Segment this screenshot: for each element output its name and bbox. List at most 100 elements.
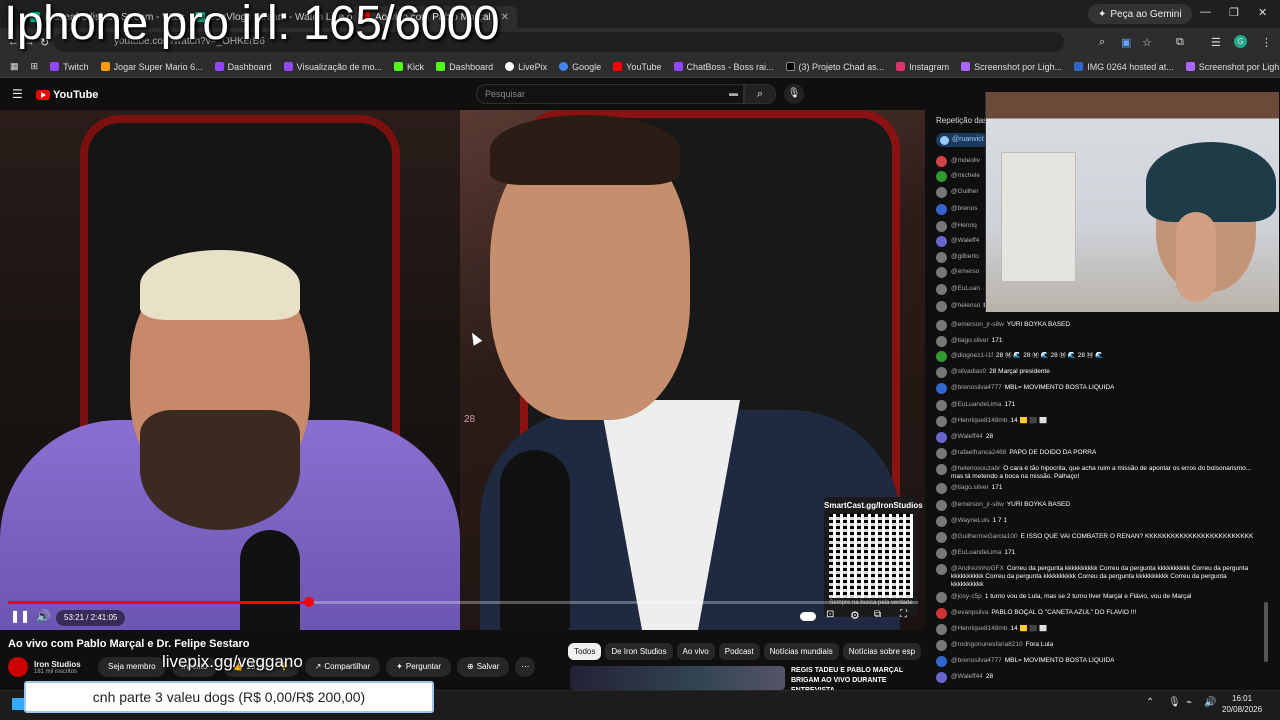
chat-author[interactable]: @EuLuandeLima xyxy=(951,401,1001,408)
chat-avatar[interactable] xyxy=(936,204,947,215)
chat-avatar[interactable] xyxy=(936,221,947,232)
hamburger-icon[interactable]: ☰ xyxy=(12,87,23,101)
bookmark-livepix[interactable]: LivePix xyxy=(499,62,553,72)
chat-scrollbar[interactable] xyxy=(1264,602,1268,662)
cast-icon[interactable]: ▣ xyxy=(1121,36,1131,49)
chat-avatar[interactable] xyxy=(936,320,947,331)
chat-author[interactable]: @EuLuan xyxy=(951,285,980,292)
channel-name[interactable]: Iron Studios xyxy=(34,660,94,669)
chat-avatar[interactable] xyxy=(936,672,947,683)
chat-avatar[interactable] xyxy=(936,187,947,198)
chat-author[interactable]: @diogoez1-i1f xyxy=(951,352,993,359)
join-button[interactable]: Seja membro xyxy=(98,657,166,677)
bookmark-google[interactable]: Google xyxy=(553,62,607,72)
bookmark-youtube[interactable]: YouTube xyxy=(607,62,667,72)
chat-avatar[interactable] xyxy=(936,252,947,263)
chat-avatar[interactable] xyxy=(936,432,947,443)
chat-author[interactable]: @EuLuandeLima xyxy=(951,549,1001,556)
chat-author[interactable]: @helenso xyxy=(951,302,980,309)
network-icon[interactable]: ⌁ xyxy=(1186,697,1192,708)
settings-icon[interactable]: ⚙ xyxy=(850,609,860,622)
bookmark-instagram[interactable]: Instagram xyxy=(890,62,955,72)
apps-icon[interactable]: ▦ xyxy=(4,61,25,72)
chat-author[interactable]: @Henrique8148mb xyxy=(951,417,1007,424)
chat-author[interactable]: @gilberto xyxy=(951,253,979,260)
chat-author[interactable]: @helenosouzabr xyxy=(951,465,1000,472)
bookmark-twitch[interactable]: Twitch xyxy=(44,62,95,72)
chat-avatar[interactable] xyxy=(936,592,947,603)
chat-author[interactable]: @silvadias0 xyxy=(951,368,986,375)
chat-avatar[interactable] xyxy=(936,301,947,312)
zoom-icon[interactable]: ⌕ xyxy=(1099,36,1105,49)
bookmark-mario[interactable]: Jogar Super Mario 6... xyxy=(95,62,209,72)
chat-avatar[interactable] xyxy=(936,284,947,295)
window-close-icon[interactable]: ✕ xyxy=(1258,6,1267,19)
fullscreen-icon[interactable]: ⛶ xyxy=(900,609,907,620)
chat-avatar[interactable] xyxy=(936,236,947,247)
pinned-message[interactable]: @ruanvict xyxy=(936,133,988,147)
chat-avatar[interactable] xyxy=(936,448,947,459)
mic-button[interactable]: 🎙 xyxy=(784,84,804,104)
bookmark-dashboard-2[interactable]: Dashboard xyxy=(430,62,499,72)
chat-author[interactable]: @AndrezinhoGFX xyxy=(951,565,1004,572)
chat-author[interactable]: @WayneLuis xyxy=(951,517,990,524)
bookmark-chatboss[interactable]: ChatBoss - Boss rai... xyxy=(668,62,780,72)
chat-avatar[interactable] xyxy=(936,464,947,475)
maximize-icon[interactable]: ❐ xyxy=(1229,6,1239,19)
bookmark-star-icon[interactable]: ☆ xyxy=(1142,36,1152,49)
bookmark-screenshot-2[interactable]: Screenshot por Ligh... xyxy=(1180,62,1280,72)
grid-icon[interactable]: ⊞ xyxy=(25,61,45,72)
chat-avatar[interactable] xyxy=(936,351,947,362)
chat-author[interactable]: @emerson_jr-s8w xyxy=(951,321,1004,328)
profile-avatar[interactable]: G xyxy=(1234,35,1247,48)
chat-author[interactable]: @Waleff44 xyxy=(951,673,983,680)
chat-avatar[interactable] xyxy=(936,336,947,347)
search-input[interactable]: Pesquisar xyxy=(476,84,744,104)
chat-author[interactable]: @emerson_jr-s8w xyxy=(951,501,1004,508)
bookmark-visualizacao[interactable]: Visualização de mo... xyxy=(278,62,388,72)
chat-avatar[interactable] xyxy=(936,608,947,619)
chat-avatar[interactable] xyxy=(936,383,947,394)
chat-author[interactable]: @Henrique8148mb xyxy=(951,625,1007,632)
youtube-logo[interactable]: YouTube xyxy=(36,89,98,101)
chip-noticias-sobre-esp[interactable]: Notícias sobre esp xyxy=(842,643,922,660)
chat-author[interactable]: @tiago.silver xyxy=(951,484,989,491)
chat-avatar[interactable] xyxy=(936,500,947,511)
chip-todos[interactable]: Todos xyxy=(568,643,602,660)
menu-icon[interactable]: ⋮ xyxy=(1261,36,1272,49)
chat-avatar[interactable] xyxy=(936,171,947,182)
chat-author[interactable]: @evanpsilva xyxy=(951,609,988,616)
chat-avatar[interactable] xyxy=(936,267,947,278)
bookmark-img[interactable]: IMG 0264 hosted at... xyxy=(1068,62,1180,72)
video-player[interactable]: 28 xyxy=(0,110,925,630)
gemini-button[interactable]: ✦ Peça ao Gemini xyxy=(1088,4,1192,24)
autoplay-toggle[interactable] xyxy=(800,612,816,621)
tray-mic-icon[interactable]: 🎙 xyxy=(1168,697,1181,708)
chat-avatar[interactable] xyxy=(936,564,947,575)
volume-tray-icon[interactable]: 🔊 xyxy=(1204,697,1216,708)
chat-author[interactable]: @brenosilva4777 xyxy=(951,657,1002,664)
windows-start-icon[interactable] xyxy=(12,698,24,710)
video-progress-bar[interactable] xyxy=(8,597,918,607)
bookmark-kick[interactable]: Kick xyxy=(388,62,430,72)
keyboard-icon[interactable]: ▬ xyxy=(729,88,738,98)
chat-author[interactable]: @josy-c5p xyxy=(951,593,982,600)
search-button[interactable]: ⌕ xyxy=(744,84,776,104)
pause-icon[interactable]: ❚❚ xyxy=(10,609,30,623)
chat-author[interactable]: @Waleff4 xyxy=(951,237,979,244)
minimize-icon[interactable]: — xyxy=(1200,6,1211,18)
chat-author[interactable]: @brenos xyxy=(951,205,977,212)
channel-avatar[interactable] xyxy=(8,657,28,677)
save-button[interactable]: ⊕ Salvar xyxy=(457,657,510,677)
chat-author[interactable]: @tiago.silver xyxy=(951,337,989,344)
chat-avatar[interactable] xyxy=(936,624,947,635)
chat-author[interactable]: @GuilhermeGarcia100 xyxy=(951,533,1018,540)
miniplayer-icon[interactable]: ⧉ xyxy=(874,609,881,620)
chat-author[interactable]: @Guilher xyxy=(951,188,979,195)
chat-avatar[interactable] xyxy=(936,532,947,543)
bookmark-dashboard-1[interactable]: Dashboard xyxy=(209,62,278,72)
ask-button[interactable]: ✦ Perguntar xyxy=(386,657,451,677)
chat-author[interactable]: @Henriq xyxy=(951,222,977,229)
extensions-icon[interactable]: ⧉ xyxy=(1176,36,1184,49)
chat-author[interactable]: @mdeoliv xyxy=(951,157,980,164)
